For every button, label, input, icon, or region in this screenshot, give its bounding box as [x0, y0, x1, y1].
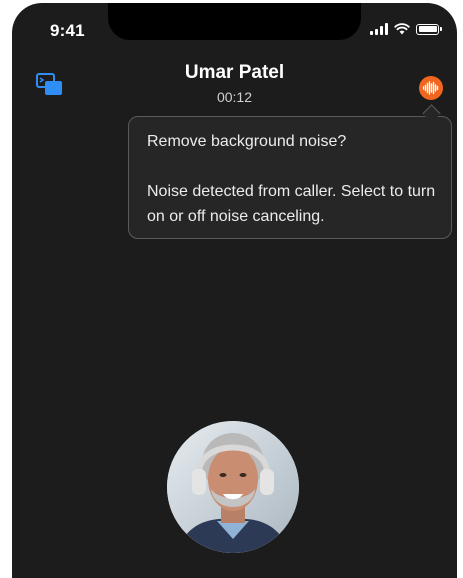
tooltip-body: Noise detected from caller. Select to tu… — [147, 183, 436, 225]
device-notch — [108, 3, 361, 40]
status-time: 9:41 — [50, 21, 85, 40]
caller-name: Umar Patel — [184, 62, 285, 83]
status-icons — [370, 23, 442, 35]
wifi-icon — [394, 23, 410, 35]
tooltip-title: Remove background noise? — [147, 133, 347, 150]
caller-avatar — [167, 421, 299, 553]
noise-cancel-button[interactable] — [419, 76, 443, 100]
caller-photo — [167, 421, 299, 553]
battery-icon — [416, 23, 442, 35]
call-screen: 9:41 Umar Patel 00:12 Remove background … — [12, 3, 457, 578]
call-timer: 00:12 — [216, 89, 253, 105]
cellular-signal-icon — [370, 23, 388, 35]
noise-cancel-icon — [422, 81, 439, 95]
noise-tooltip[interactable]: Remove background noise? Noise detected … — [128, 116, 452, 239]
